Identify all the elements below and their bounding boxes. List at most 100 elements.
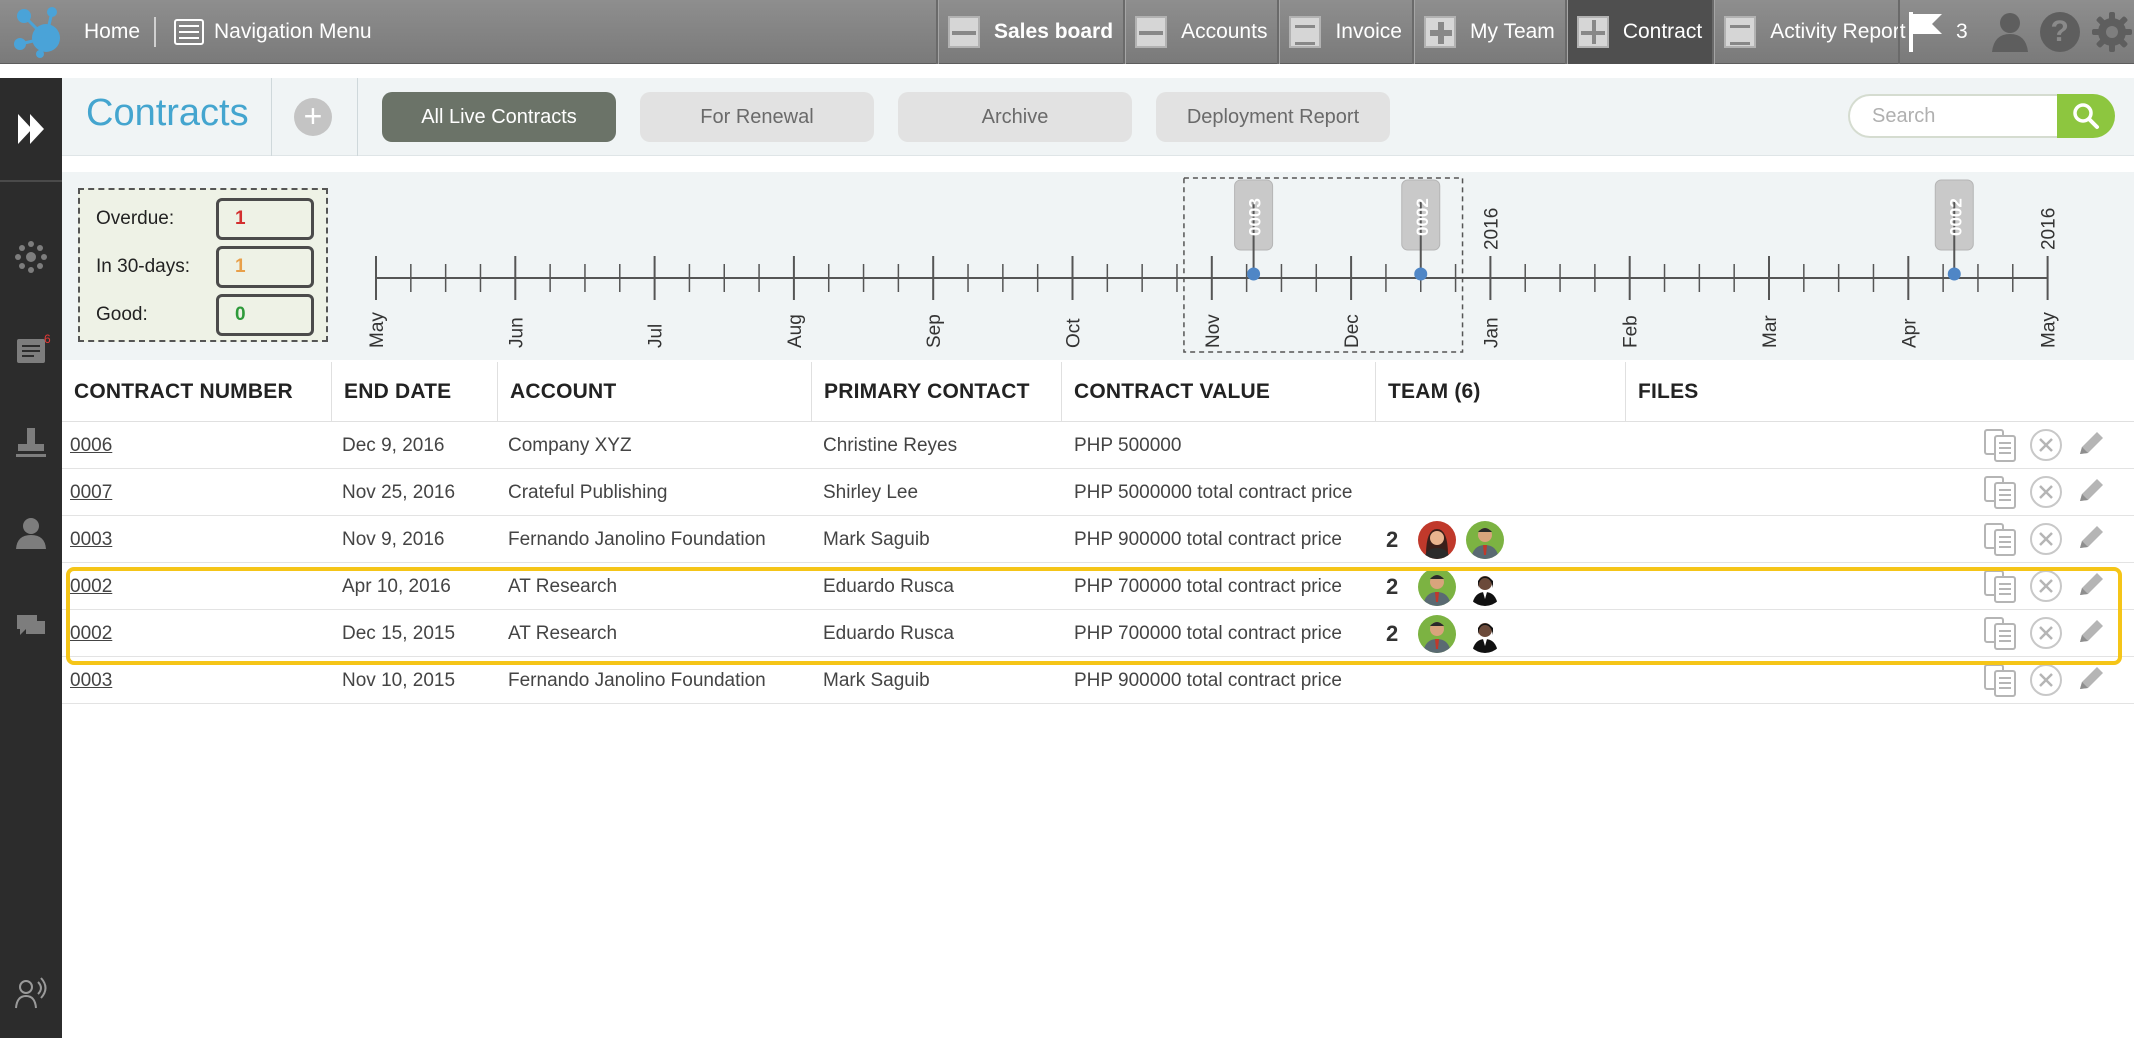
column-header-account[interactable]: ACCOUNT	[498, 362, 812, 422]
avatar-man-icon	[1418, 615, 1456, 653]
table-row[interactable]: 0006 Dec 9, 2016 Company XYZ Christine Reye…	[62, 422, 2134, 469]
board-icon	[948, 16, 980, 48]
network-icon[interactable]	[14, 240, 48, 274]
timeline-marker-dot[interactable]	[1414, 267, 1428, 281]
table-row[interactable]: 0003 Nov 10, 2015 Fernando Janolino Founda…	[62, 657, 2134, 704]
tab-for-renewal[interactable]: For Renewal	[640, 92, 874, 142]
navigation-menu-button[interactable]: Navigation Menu	[174, 0, 372, 64]
timeline-marker-label: 0002	[1946, 198, 1965, 236]
contract-number-link[interactable]: 0007	[70, 469, 112, 516]
chat-icon[interactable]	[14, 608, 48, 642]
nav-module-accounts[interactable]: Accounts	[1123, 0, 1277, 64]
column-header-files[interactable]: FILES	[1626, 362, 2134, 422]
edit-pencil-icon[interactable]	[2072, 662, 2108, 698]
add-contract-button[interactable]: +	[294, 98, 332, 136]
documents-icon[interactable]	[1982, 427, 2018, 463]
tab-all-live-contracts[interactable]: All Live Contracts	[382, 92, 616, 142]
search-button[interactable]	[2057, 94, 2115, 138]
edit-pencil-icon[interactable]	[2072, 474, 2108, 510]
timeline-month-label: Oct	[1064, 318, 1085, 348]
column-header-contract-value[interactable]: CONTRACT VALUE	[1062, 362, 1376, 422]
primary-contact-cell: Eduardo Rusca	[823, 576, 954, 597]
edit-pencil-icon[interactable]	[2072, 568, 2108, 604]
home-link[interactable]: Home	[84, 0, 140, 64]
column-header-team-6[interactable]: TEAM (6)	[1376, 362, 1626, 422]
timeline-year-label: 2016	[1481, 208, 1502, 250]
nav-module-invoice[interactable]: Invoice	[1277, 0, 1412, 64]
account-cell: AT Research	[508, 623, 618, 644]
nav-module-activity-report[interactable]: Activity Report	[1712, 0, 1915, 64]
table-row[interactable]: 0002 Dec 15, 2015 AT Research Eduardo Rusca…	[62, 610, 2134, 657]
edit-pencil-icon[interactable]	[2072, 521, 2108, 557]
account-cell: Fernando Janolino Foundation	[508, 529, 766, 550]
team-member-avatar[interactable]	[1418, 521, 1456, 559]
navigation-menu-label: Navigation Menu	[214, 20, 372, 43]
timeline-marker-dot[interactable]	[1947, 267, 1961, 281]
top-navigation-bar: Home Navigation Menu Sales board Accounts…	[0, 0, 2134, 64]
nav-module-sales-board[interactable]: Sales board	[936, 0, 1123, 64]
avatar-man-icon	[1418, 568, 1456, 606]
search-input[interactable]	[1850, 96, 2058, 136]
edit-pencil-icon[interactable]	[2072, 427, 2108, 463]
timeline-month-label: Mar	[1760, 315, 1781, 348]
contract-number-link[interactable]: 0002	[70, 563, 112, 610]
timeline-month-label: Aug	[785, 314, 806, 348]
team-member-avatar[interactable]	[1418, 568, 1456, 606]
timeline-month-label: May	[2039, 312, 2060, 348]
delete-icon[interactable]	[2028, 568, 2064, 604]
sidebar-expand-button[interactable]	[0, 78, 62, 182]
left-sidebar: 6	[0, 78, 62, 1038]
search-box	[1848, 94, 2058, 138]
team-member-avatar[interactable]	[1466, 568, 1504, 606]
app-logo-icon[interactable]	[10, 4, 66, 60]
team-member-avatar[interactable]	[1466, 521, 1504, 559]
tab-deployment-report[interactable]: Deployment Report	[1156, 92, 1390, 142]
contract-number-link[interactable]: 0003	[70, 657, 112, 704]
contract-value-cell: PHP 700000 total contract price	[1074, 623, 1342, 644]
user-voice-icon[interactable]	[14, 976, 48, 1010]
end-date-cell: Apr 10, 2016	[342, 576, 451, 597]
table-row[interactable]: 0007 Nov 25, 2016 Crateful Publishing Shirl…	[62, 469, 2134, 516]
tab-archive[interactable]: Archive	[898, 92, 1132, 142]
team-member-avatar[interactable]	[1418, 615, 1456, 653]
table-row[interactable]: 0002 Apr 10, 2016 AT Research Eduardo Rusca…	[62, 563, 2134, 610]
column-header-end-date[interactable]: END DATE	[332, 362, 498, 422]
notes-list-icon[interactable]	[14, 334, 48, 368]
settings-gear-icon[interactable]	[2090, 10, 2134, 54]
nav-module-my-team[interactable]: My Team	[1412, 0, 1565, 64]
documents-icon[interactable]	[1982, 474, 2018, 510]
nav-module-contract[interactable]: Contract	[1564, 0, 1713, 64]
person-icon[interactable]	[14, 516, 48, 550]
team-count: 2	[1386, 527, 1399, 552]
documents-icon[interactable]	[1982, 568, 2018, 604]
edit-pencil-icon[interactable]	[2072, 615, 2108, 651]
contract-number-link[interactable]: 0002	[70, 610, 112, 657]
user-profile-icon[interactable]	[1990, 10, 2030, 54]
contract-value-cell: PHP 500000	[1074, 435, 1182, 456]
delete-icon[interactable]	[2028, 615, 2064, 651]
accounts-icon	[1135, 16, 1168, 48]
contract-value-cell: PHP 900000 total contract price	[1074, 670, 1342, 691]
timeline-marker-label: 0003	[1246, 198, 1265, 236]
documents-icon[interactable]	[1982, 662, 2018, 698]
delete-icon[interactable]	[2028, 662, 2064, 698]
table-header: CONTRACT NUMBER END DATE ACCOUNT PRIMARY CO…	[62, 362, 2134, 422]
team-member-avatar[interactable]	[1466, 615, 1504, 653]
help-icon[interactable]: ?	[2039, 12, 2080, 52]
contract-number-link[interactable]: 0006	[70, 422, 112, 469]
delete-icon[interactable]	[2028, 427, 2064, 463]
timeline-month-label: Dec	[1342, 314, 1363, 348]
stamp-icon[interactable]	[14, 426, 48, 460]
contract-number-link[interactable]: 0003	[70, 516, 112, 563]
delete-icon[interactable]	[2028, 474, 2064, 510]
column-header-primary-contact[interactable]: PRIMARY CONTACT	[812, 362, 1062, 422]
documents-icon[interactable]	[1982, 615, 2018, 651]
contract-timeline[interactable]: May Jun Jul Aug Sep Oct Nov Dec Jan Feb Mar Apr May 2…	[62, 172, 2134, 360]
flag-icon[interactable]	[1906, 10, 1946, 54]
column-header-contract-number[interactable]: CONTRACT NUMBER	[62, 362, 332, 422]
timeline-marker-dot[interactable]	[1247, 267, 1261, 281]
team-count: 2	[1386, 574, 1399, 599]
table-row[interactable]: 0003 Nov 9, 2016 Fernando Janolino Foundat…	[62, 516, 2134, 563]
delete-icon[interactable]	[2028, 521, 2064, 557]
documents-icon[interactable]	[1982, 521, 2018, 557]
